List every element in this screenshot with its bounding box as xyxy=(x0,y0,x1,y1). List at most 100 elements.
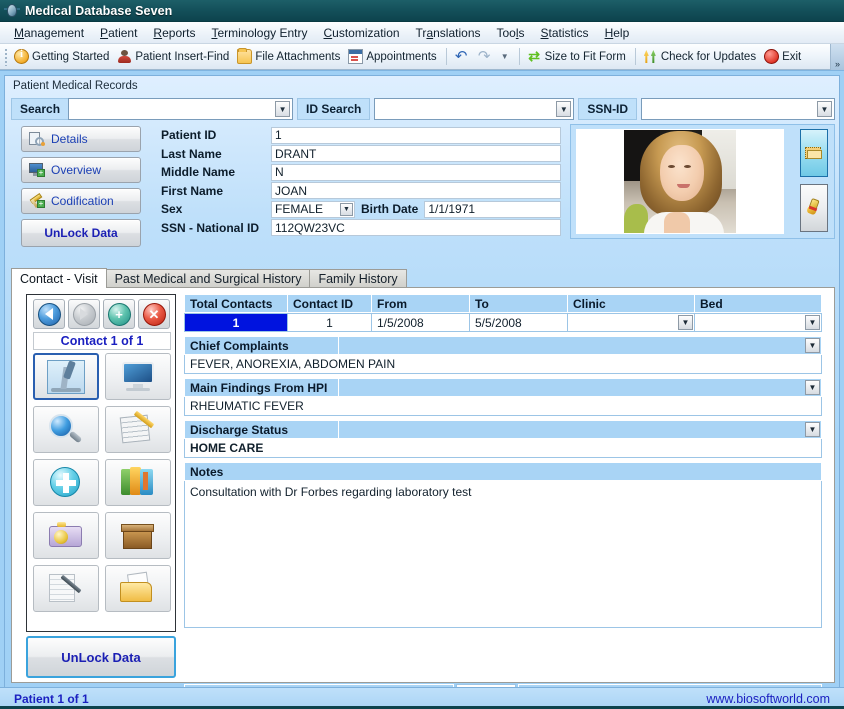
toolbar-grip[interactable] xyxy=(4,47,8,66)
codification-button[interactable]: + Codification xyxy=(21,188,141,214)
section-chief-complaints-value[interactable]: FEVER, ANOREXIA, ABDOMEN PAIN xyxy=(184,355,822,374)
tab-family-history[interactable]: Family History xyxy=(309,269,407,288)
chevron-down-icon[interactable]: ▼ xyxy=(805,380,820,395)
tab-contact-visit[interactable]: Contact - Visit xyxy=(11,268,107,288)
details-button[interactable]: Details xyxy=(21,126,141,152)
contact-unlock-data-button[interactable]: UnLock Data xyxy=(26,636,176,678)
toolbar-exit-button[interactable]: Exit xyxy=(761,47,806,66)
menu-item-management[interactable]: MManagementanagement xyxy=(6,24,92,42)
notepad-pen-button[interactable] xyxy=(105,406,171,453)
camera-button[interactable] xyxy=(33,512,99,559)
toolbar-check-for-updates-button[interactable]: Check for Updates xyxy=(640,47,761,66)
menu-item-translations[interactable]: Translations xyxy=(408,24,489,42)
cell-to[interactable]: 5/5/2008 xyxy=(470,313,568,332)
menu-item-tools[interactable]: Tools xyxy=(489,24,533,42)
image-folder-button[interactable] xyxy=(105,565,171,612)
field-patient-id-input[interactable]: 1 xyxy=(271,126,561,144)
cell-bed[interactable]: ▼ xyxy=(695,313,822,332)
cell-contact-id[interactable]: 1 xyxy=(288,313,372,332)
toolbar-getting-started-button[interactable]: Getting Started xyxy=(11,47,114,66)
chevron-down-icon[interactable]: ▼ xyxy=(275,101,291,117)
toolbar-redo-dropdown[interactable]: ▼ xyxy=(497,47,515,66)
section-notes-value[interactable]: Consultation with Dr Forbes regarding la… xyxy=(184,481,822,628)
section-chief-complaints-select[interactable]: ▼ xyxy=(339,336,822,355)
field-last-name-input[interactable]: DRANT xyxy=(271,145,561,163)
document-pen-button[interactable] xyxy=(33,565,99,612)
field-ssn-national-id: SSN - National ID 112QW23VC xyxy=(161,219,561,238)
table-row[interactable]: 1 1 1/5/2008 5/5/2008 ▼ ▼ xyxy=(184,313,822,332)
toolbar-separator xyxy=(518,48,520,65)
chevron-down-icon[interactable]: ▼ xyxy=(817,101,832,117)
section-discharge-status-header: Discharge Status ▼ xyxy=(184,420,822,439)
toolbar-file-attachments-button[interactable]: File Attachments xyxy=(234,47,345,66)
field-first-name-input[interactable]: JOAN xyxy=(271,182,561,200)
field-ssn-input[interactable]: 112QW23VC xyxy=(271,219,561,237)
patient-photo-frame[interactable] xyxy=(576,129,784,234)
column-total-contacts: Total Contacts xyxy=(184,294,288,313)
chevron-down-icon[interactable]: ▼ xyxy=(805,422,820,437)
magnifier-button[interactable] xyxy=(33,406,99,453)
menu-item-statistics[interactable]: Statistics xyxy=(533,24,597,42)
contact-add-button[interactable]: + xyxy=(103,299,135,329)
chevron-down-icon[interactable]: ▼ xyxy=(340,202,353,216)
camera-icon xyxy=(47,519,85,553)
cell-from[interactable]: 1/5/2008 xyxy=(372,313,470,332)
chevron-down-icon[interactable]: ▼ xyxy=(805,338,820,353)
field-sex-select[interactable]: FEMALE ▼ xyxy=(271,200,355,218)
chevron-down-icon[interactable]: ▼ xyxy=(678,315,693,330)
column-from: From xyxy=(372,294,470,313)
overview-button[interactable]: + Overview xyxy=(21,157,141,183)
contact-previous-button[interactable] xyxy=(33,299,65,329)
section-discharge-status-value[interactable]: HOME CARE xyxy=(184,439,822,458)
tab-strip: Contact - Visit Past Medical and Surgica… xyxy=(11,268,835,288)
search-label: Search xyxy=(11,98,69,120)
details-icon xyxy=(29,132,45,146)
person-icon xyxy=(117,49,132,64)
image-folder-icon xyxy=(119,571,157,606)
menu-item-customization[interactable]: Customization xyxy=(316,24,408,42)
section-main-findings-select[interactable]: ▼ xyxy=(339,378,822,397)
contact-delete-button[interactable]: ✕ xyxy=(138,299,170,329)
menu-item-patient[interactable]: Patient xyxy=(92,24,145,42)
chevron-down-icon[interactable]: ▼ xyxy=(556,101,572,117)
microscope-button[interactable] xyxy=(33,353,99,400)
toolbar-undo-button[interactable]: ↶ xyxy=(451,47,474,66)
section-main-findings-value[interactable]: RHEUMATIC FEVER xyxy=(184,397,822,416)
section-discharge-status-select[interactable]: ▼ xyxy=(339,420,822,439)
field-birth-date-label: Birth Date xyxy=(361,202,419,217)
contact-next-button[interactable] xyxy=(68,299,100,329)
toolbar-redo-button[interactable]: ↷ xyxy=(474,47,497,66)
toolbar-file-attachments-label: File Attachments xyxy=(255,50,341,63)
status-website-link[interactable]: www.biosoftworld.com xyxy=(706,692,830,706)
cell-clinic[interactable]: ▼ xyxy=(568,313,695,332)
search-input[interactable]: ▼ xyxy=(68,98,294,120)
window-title: Medical Database Seven xyxy=(25,3,173,18)
cell-total-contacts[interactable]: 1 xyxy=(184,313,288,332)
menu-item-terminology-entry[interactable]: Terminology Entry xyxy=(203,24,315,42)
menu-item-reports[interactable]: Reports xyxy=(145,24,203,42)
medical-cross-button[interactable] xyxy=(33,459,99,506)
toolbar-overflow-button[interactable]: » xyxy=(830,43,844,70)
patient-unlock-data-button[interactable]: UnLock Data xyxy=(21,219,141,247)
clothing-button[interactable] xyxy=(105,459,171,506)
toolbar-patient-insert-find-button[interactable]: Patient Insert-Find xyxy=(114,47,234,66)
codification-button-label: Codification xyxy=(51,194,114,208)
field-birth-date-input[interactable]: 1/1/1971 xyxy=(424,200,561,218)
contact-nav-panel: + ✕ Contact 1 of 1 xyxy=(26,294,176,632)
tab-past-medical-surgical-history[interactable]: Past Medical and Surgical History xyxy=(105,269,311,288)
ssn-id-input[interactable]: ▼ xyxy=(641,98,835,120)
field-middle-name-input[interactable]: N xyxy=(271,163,561,181)
wooden-box-button[interactable] xyxy=(105,512,171,559)
toolbar-size-to-fit-form-button[interactable]: ⇄ Size to Fit Form xyxy=(524,47,631,66)
photo-clear-button[interactable] xyxy=(800,184,828,232)
section-notes-title: Notes xyxy=(184,462,822,481)
wooden-box-icon xyxy=(119,519,157,553)
section-main-findings-header: Main Findings From HPI ▼ xyxy=(184,378,822,397)
avatar xyxy=(624,130,736,233)
monitor-button[interactable] xyxy=(105,353,171,400)
menu-item-help[interactable]: Help xyxy=(597,24,638,42)
chevron-down-icon[interactable]: ▼ xyxy=(805,315,820,330)
photo-open-button[interactable] xyxy=(800,129,828,177)
toolbar-appointments-button[interactable]: Appointments xyxy=(345,47,441,66)
id-search-input[interactable]: ▼ xyxy=(374,98,575,120)
